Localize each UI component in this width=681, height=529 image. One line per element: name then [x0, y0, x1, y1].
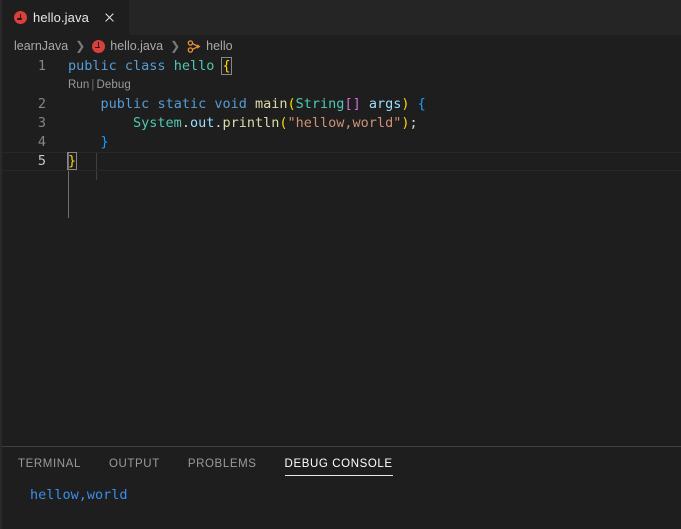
token-type-system: System	[133, 115, 182, 131]
line-number: 4	[37, 134, 46, 150]
debug-console-output: hellow,world	[30, 487, 128, 503]
code-content: 1 public class hello { Run | Debug 2 publi…	[0, 57, 681, 218]
code-line-3: 3 System.out.println("hellow,world");	[0, 114, 681, 133]
breadcrumb-label: learnJava	[14, 39, 69, 53]
line-content: }	[46, 152, 681, 171]
codelens-actions: Run | Debug	[0, 76, 131, 95]
codelens-debug-link[interactable]: Debug	[97, 79, 131, 91]
code-line-5-active: 5 }	[0, 152, 681, 171]
panel-tab-bar: TERMINAL OUTPUT PROBLEMS DEBUG CONSOLE	[0, 447, 681, 482]
breadcrumb-label: hello.java	[110, 39, 164, 53]
token-method-main: main	[255, 96, 288, 112]
token-paren-open: (	[287, 96, 296, 112]
token-field-out: out	[189, 115, 215, 131]
token-brace-open: {	[417, 96, 426, 112]
panel-tab-output[interactable]: OUTPUT	[95, 447, 174, 482]
window-left-border	[0, 0, 2, 529]
line-content: public static void main(String[] args) {	[46, 95, 681, 114]
breadcrumb-label: hello	[206, 39, 233, 53]
breadcrumb-item-learnjava[interactable]: learnJava	[14, 39, 68, 53]
codelens-run-link[interactable]: Run	[68, 79, 89, 91]
breadcrumb-item-hello-java[interactable]: hello.java	[92, 39, 163, 53]
vscode-window: hello.java learnJava ❯ hello.java ❯ hell…	[0, 0, 681, 529]
line-number: 2	[37, 96, 46, 112]
token-class-name: hello	[173, 58, 215, 74]
codelens-separator: |	[91, 79, 95, 91]
close-icon[interactable]	[101, 9, 119, 27]
panel-tab-debug-console[interactable]: DEBUG CONSOLE	[271, 447, 407, 482]
token-brace-open: {	[221, 57, 232, 75]
token-paren-open: (	[279, 115, 288, 131]
codelens-row: Run | Debug	[0, 76, 681, 95]
token-keyword-static: static	[157, 96, 207, 112]
chevron-right-icon: ❯	[75, 39, 86, 53]
token-brace-close: }	[66, 152, 78, 170]
token-brace-close: }	[100, 134, 109, 150]
java-class-icon	[187, 39, 201, 53]
panel-tab-terminal[interactable]: TERMINAL	[18, 447, 95, 482]
panel-tab-problems[interactable]: PROBLEMS	[174, 447, 271, 482]
token-dot: .	[181, 115, 190, 131]
token-keyword-public: public	[100, 96, 150, 112]
token-param-args: args	[368, 96, 402, 112]
token-keyword-class: class	[124, 58, 166, 74]
line-content: public class hello {	[46, 57, 681, 76]
code-line-1: 1 public class hello {	[0, 57, 681, 76]
java-file-icon	[14, 11, 27, 24]
code-line-2: 2 public static void main(String[] args)…	[0, 95, 681, 114]
token-semicolon: ;	[409, 115, 418, 131]
token-paren-close: )	[401, 96, 410, 112]
token-keyword-void: void	[214, 96, 247, 112]
token-string-literal: "hellow,world"	[287, 115, 402, 131]
line-number-active: 5	[37, 153, 46, 169]
java-file-icon	[92, 39, 106, 53]
breadcrumb: learnJava ❯ hello.java ❯ hello	[0, 35, 681, 57]
breadcrumb-item-hello-class[interactable]: hello	[187, 39, 233, 53]
token-keyword-public: public	[68, 58, 117, 74]
code-editor[interactable]: 1 public class hello { Run | Debug 2 publi…	[0, 57, 681, 446]
token-array-brackets: []	[344, 96, 361, 112]
code-line-4: 4 }	[0, 133, 681, 152]
editor-tab-label: hello.java	[33, 10, 89, 25]
line-content: }	[46, 133, 681, 152]
bottom-panel: TERMINAL OUTPUT PROBLEMS DEBUG CONSOLE h…	[0, 447, 681, 529]
line-number: 3	[37, 115, 46, 131]
line-number: 1	[37, 58, 46, 74]
line-content: System.out.println("hellow,world");	[46, 114, 681, 133]
editor-tab-hello-java[interactable]: hello.java	[0, 0, 129, 35]
token-method-println: println	[222, 115, 280, 131]
editor-tab-bar: hello.java	[0, 0, 681, 35]
chevron-right-icon: ❯	[170, 39, 181, 53]
token-type-string: String	[295, 96, 345, 112]
